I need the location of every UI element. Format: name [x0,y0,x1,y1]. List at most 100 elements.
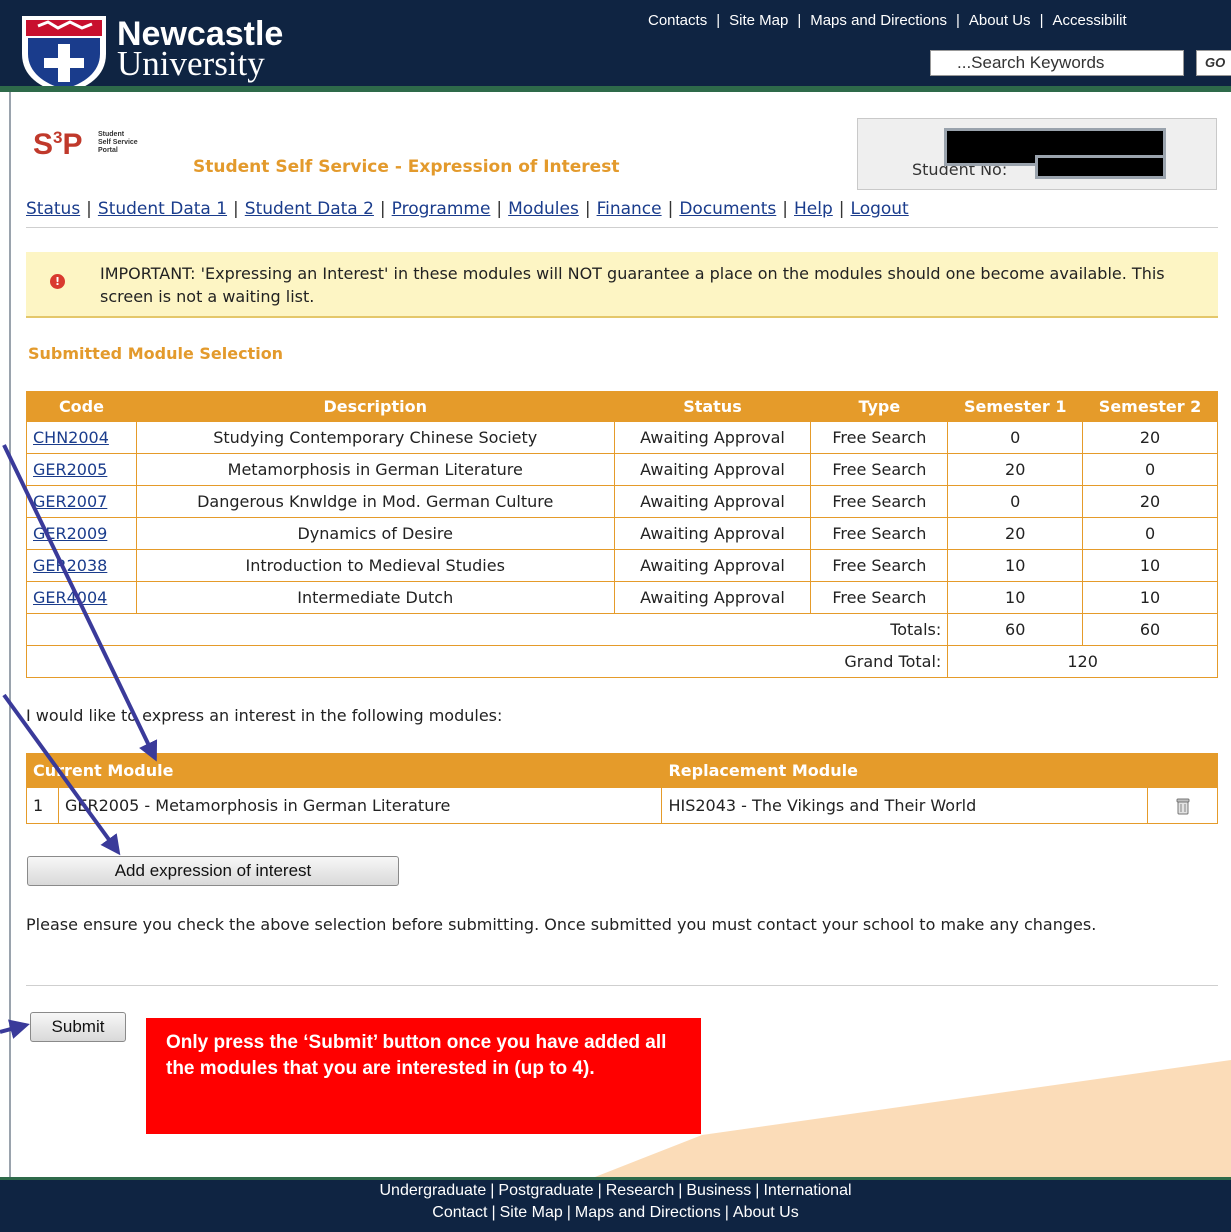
separator: | [955,12,960,29]
top-link-maps[interactable]: Maps and Directions [810,12,947,29]
column-header-code: Code [26,391,137,422]
grand-total-row: Grand Total: 120 [25,645,1218,678]
module-type: Free Search [810,421,949,454]
module-code-link[interactable]: GER2009 [33,524,107,543]
footer-links-row-1: Undergraduate | Postgraduate | Research | Busi… [379,1182,852,1199]
current-module: GER2005 - Metamorphosis in German Litera… [57,787,663,824]
university-crest-icon [22,16,106,94]
table-row: GER2038 Introduction to Medieval Studies… [26,549,1218,582]
module-type: Free Search [810,453,949,486]
trash-icon[interactable] [1176,798,1190,815]
module-description: Introduction to Medieval Studies [135,549,615,582]
nav-finance[interactable]: Finance [597,199,662,219]
table-header-row: Current Module Replacement Module [25,753,1218,788]
divider [26,227,1218,228]
site-header: Newcastle University Contacts | Site Map | M… [0,0,1231,94]
column-header-actions [1147,753,1218,788]
footer-link-international[interactable]: International [763,1182,851,1199]
separator: | [797,12,802,29]
s3p-logo-subtitle: Student Self Service Portal [98,131,138,154]
nav-logout[interactable]: Logout [851,199,909,219]
table-row: CHN2004 Studying Contemporary Chinese So… [26,421,1218,454]
footer-link-site-map[interactable]: Site Map [500,1204,563,1221]
nav-status[interactable]: Status [26,199,80,219]
footer-link-about-us[interactable]: About Us [733,1204,799,1221]
submit-button[interactable]: Submit [30,1012,126,1042]
page-title: Student Self Service - Expression of Int… [193,157,620,177]
nav-help[interactable]: Help [794,199,833,219]
footer-link-maps[interactable]: Maps and Directions [575,1204,721,1221]
module-semester-1: 0 [947,485,1084,518]
module-status: Awaiting Approval [613,581,812,614]
expression-of-interest-table: Current Module Replacement Module 1 GER2… [25,753,1218,824]
totals-label: Totals: [25,613,949,646]
submitted-heading: Submitted Module Selection [28,344,284,363]
module-description: Dangerous Knwldge in Mod. German Culture [135,485,615,518]
module-semester-1: 20 [947,517,1084,550]
column-header-type: Type [810,391,949,422]
footer-link-undergraduate[interactable]: Undergraduate [379,1182,486,1199]
module-code-link[interactable]: GER4004 [33,588,107,607]
column-header-semester-1: Semester 1 [947,391,1084,422]
search-input[interactable]: ...Search Keywords [930,50,1184,76]
top-links: Contacts | Site Map | Maps and Directions | Ab… [648,12,1127,29]
module-status: Awaiting Approval [613,421,812,454]
module-description: Metamorphosis in German Literature [135,453,615,486]
go-button[interactable]: GO [1196,50,1231,76]
s3p-logo: S3P [33,128,83,161]
totals-row: Totals: 60 60 [25,613,1218,646]
nav-programme[interactable]: Programme [392,199,491,219]
column-header-current-module: Current Module [25,753,663,788]
footer-link-research[interactable]: Research [606,1182,674,1199]
alert-text: IMPORTANT: 'Expressing an Interest' in t… [100,264,1165,306]
nav-student-data-2[interactable]: Student Data 2 [245,199,374,219]
module-semester-2: 10 [1082,581,1218,614]
module-type: Free Search [810,485,949,518]
module-code-link[interactable]: CHN2004 [33,428,109,447]
add-expression-of-interest-button[interactable]: Add expression of interest [27,856,399,886]
footer-link-postgraduate[interactable]: Postgraduate [498,1182,593,1199]
module-code-link[interactable]: GER2005 [33,460,107,479]
replacement-module: HIS2043 - The Vikings and Their World [661,787,1149,824]
table-row: GER2005 Metamorphosis in German Literatu… [26,453,1218,486]
header-stripe [0,86,1231,92]
redaction-block [1035,155,1166,179]
module-type: Free Search [810,549,949,582]
module-code-link[interactable]: GER2038 [33,556,107,575]
module-status: Awaiting Approval [613,517,812,550]
module-semester-2: 20 [1082,421,1218,454]
module-semester-2: 0 [1082,517,1218,550]
module-status: Awaiting Approval [613,453,812,486]
module-status: Awaiting Approval [613,549,812,582]
nav-student-data-1[interactable]: Student Data 1 [98,199,227,219]
footer-link-business[interactable]: Business [686,1182,751,1199]
module-status: Awaiting Approval [613,485,812,518]
module-semester-2: 20 [1082,485,1218,518]
module-description: Dynamics of Desire [135,517,615,550]
ensure-text: Please ensure you check the above select… [26,915,1097,934]
submit-note-callout: Only press the ‘Submit’ button once you … [146,1018,701,1134]
nav-documents[interactable]: Documents [679,199,776,219]
top-link-contacts[interactable]: Contacts [648,12,707,29]
footer-links-row-2: Contact | Site Map | Maps and Directions | Abo… [432,1204,799,1221]
column-header-description: Description [135,391,615,422]
grand-total-value: 120 [947,645,1218,678]
logo-text-university: University [117,44,265,83]
footer-link-contact[interactable]: Contact [432,1204,487,1221]
table-row: 1 GER2005 - Metamorphosis in German Lite… [26,787,1218,824]
module-type: Free Search [810,517,949,550]
top-link-about-us[interactable]: About Us [969,12,1031,29]
top-link-site-map[interactable]: Site Map [729,12,788,29]
main-nav: Status | Student Data 1 | Student Data 2 | Pro… [26,199,909,219]
module-code-link[interactable]: GER2007 [33,492,107,511]
module-semester-2: 10 [1082,549,1218,582]
column-header-status: Status [613,391,812,422]
module-semester-1: 10 [947,581,1084,614]
left-border [9,92,11,1177]
nav-modules[interactable]: Modules [508,199,579,219]
top-link-accessibility[interactable]: Accessibilit [1052,12,1126,29]
module-semester-2: 0 [1082,453,1218,486]
column-header-semester-2: Semester 2 [1082,391,1218,422]
site-footer: Undergraduate | Postgraduate | Research | Busi… [0,1177,1231,1232]
totals-semester-2: 60 [1082,613,1218,646]
